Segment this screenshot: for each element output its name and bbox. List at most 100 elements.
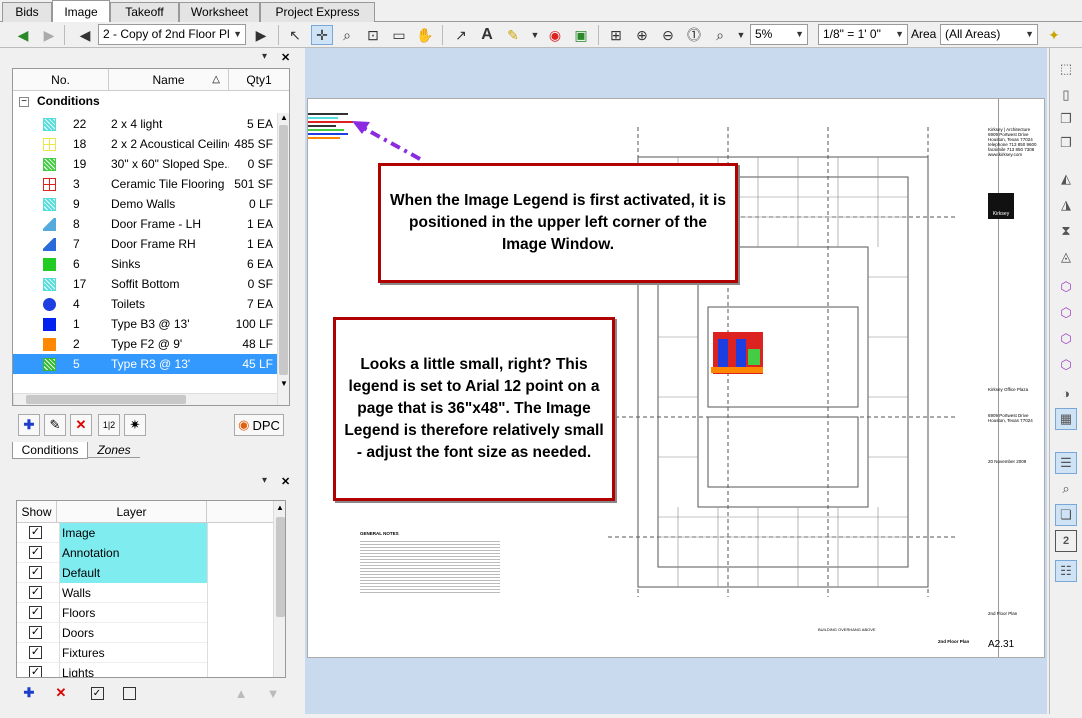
- flip-vertical-icon[interactable]: ◭: [1055, 168, 1077, 190]
- text-tool-icon[interactable]: A: [476, 25, 498, 45]
- record-icon[interactable]: ◉: [544, 25, 566, 45]
- condition-row[interactable]: 4 Toilets 7 EA: [13, 294, 285, 314]
- tab-zones[interactable]: Zones: [88, 442, 140, 458]
- conditions-scrollbar[interactable]: ▲ ▼: [277, 113, 289, 405]
- conditions-hscrollbar[interactable]: [13, 393, 277, 405]
- condition-row[interactable]: 7 Door Frame RH 1 EA: [13, 234, 285, 254]
- condition-row[interactable]: 22 2 x 4 light 5 EA: [13, 114, 285, 134]
- overlay-2-icon[interactable]: ⬡: [1055, 302, 1077, 324]
- scroll-thumb[interactable]: [279, 125, 288, 375]
- chevron-down-icon[interactable]: ▼: [730, 25, 752, 45]
- col-layer-header[interactable]: Layer: [57, 501, 207, 523]
- overlay-4-icon[interactable]: ⬡: [1055, 354, 1077, 376]
- condition-row[interactable]: 5 Type R3 @ 13' 45 LF: [13, 354, 285, 374]
- move-down-button[interactable]: ▼: [262, 682, 284, 704]
- page-2-icon[interactable]: 2: [1055, 530, 1077, 552]
- condition-row[interactable]: 3 Ceramic Tile Flooring 501 SF: [13, 174, 285, 194]
- move-up-button[interactable]: ▲: [230, 682, 252, 704]
- layer-visible-checkbox[interactable]: ✓: [29, 626, 42, 639]
- condition-row[interactable]: 19 30" x 60" Sloped Spe... 0 SF: [13, 154, 285, 174]
- add-layer-button[interactable]: ✚: [18, 682, 40, 704]
- tab-conditions[interactable]: Conditions: [12, 442, 88, 459]
- page-icon[interactable]: ▯: [1055, 84, 1077, 106]
- mirror-icon[interactable]: ⧗: [1055, 220, 1077, 242]
- back-icon[interactable]: ◀: [12, 25, 34, 45]
- condition-row[interactable]: 1 Type B3 @ 13' 100 LF: [13, 314, 285, 334]
- tab-worksheet[interactable]: Worksheet: [179, 2, 260, 22]
- scroll-thumb[interactable]: [276, 517, 285, 617]
- layer-row[interactable]: ✓ Default: [17, 563, 273, 583]
- area-select[interactable]: (All Areas) ▼: [940, 24, 1038, 45]
- condition-row[interactable]: 9 Demo Walls 0 LF: [13, 194, 285, 214]
- highlighter-icon[interactable]: ✎: [502, 25, 524, 45]
- list-view-icon[interactable]: ☰: [1055, 452, 1077, 474]
- tab-bids[interactable]: Bids: [2, 2, 52, 22]
- zoom-view-icon[interactable]: ⌕: [1055, 478, 1077, 500]
- copy-page-2-icon[interactable]: ❐: [1055, 132, 1077, 154]
- condition-row[interactable]: 2 Type F2 @ 9' 48 LF: [13, 334, 285, 354]
- prev-page-icon[interactable]: ◀: [74, 25, 96, 45]
- layer-row[interactable]: ✓ Floors: [17, 603, 273, 623]
- pin-icon[interactable]: ▾: [262, 475, 267, 486]
- zoom-window-icon[interactable]: ⊡: [362, 25, 384, 45]
- select-nodes-icon[interactable]: ⬚: [1055, 58, 1077, 80]
- details-icon[interactable]: ☷: [1055, 560, 1077, 582]
- new-condition-button[interactable]: ✷: [124, 414, 146, 436]
- scroll-down-icon[interactable]: ▼: [280, 379, 288, 388]
- zoom-select[interactable]: 5% ▼: [750, 24, 808, 45]
- condition-row[interactable]: 6 Sinks 6 EA: [13, 254, 285, 274]
- area-tool-icon[interactable]: ✦: [1043, 25, 1065, 45]
- copy-page-icon[interactable]: ❐: [1055, 108, 1077, 130]
- flip-icon[interactable]: ◬: [1055, 246, 1077, 268]
- add-condition-button[interactable]: ✚: [18, 414, 40, 436]
- zoom-out-icon[interactable]: ⊖: [657, 25, 679, 45]
- layer-row[interactable]: ✓ Image: [17, 523, 273, 543]
- zoom-box-icon[interactable]: ▭: [388, 25, 410, 45]
- forward-icon[interactable]: ▶: [38, 25, 60, 45]
- next-page-icon[interactable]: ▶: [250, 25, 272, 45]
- col-qty-header[interactable]: Qty1: [229, 69, 289, 91]
- legend-icon[interactable]: ▣: [570, 25, 592, 45]
- layer-row[interactable]: ✓ Annotation: [17, 543, 273, 563]
- collapse-icon[interactable]: −: [19, 97, 29, 107]
- uncheck-all-button[interactable]: [118, 682, 140, 704]
- scroll-up-icon[interactable]: ▲: [276, 503, 284, 512]
- layer-visible-checkbox[interactable]: ✓: [29, 666, 42, 677]
- close-icon[interactable]: ✕: [281, 51, 290, 64]
- delete-condition-button[interactable]: ✕: [70, 414, 92, 436]
- condition-row[interactable]: 8 Door Frame - LH 1 EA: [13, 214, 285, 234]
- layer-visible-checkbox[interactable]: ✓: [29, 546, 42, 559]
- layer-visible-checkbox[interactable]: ✓: [29, 646, 42, 659]
- tab-takeoff[interactable]: Takeoff: [110, 2, 179, 22]
- scale-select[interactable]: 1/8" = 1' 0" ▼: [818, 24, 908, 45]
- rotate-icon[interactable]: ◮: [1055, 194, 1077, 216]
- col-no-header[interactable]: No.: [13, 69, 109, 91]
- pages-icon[interactable]: ❏: [1055, 504, 1077, 526]
- contrast-icon[interactable]: ◑: [1055, 382, 1077, 404]
- check-all-button[interactable]: ✓: [86, 682, 108, 704]
- layer-row[interactable]: ✓ Walls: [17, 583, 273, 603]
- edit-condition-button[interactable]: ✎: [44, 414, 66, 436]
- scroll-up-icon[interactable]: ▲: [280, 113, 288, 122]
- zoom-in-icon[interactable]: ⊕: [631, 25, 653, 45]
- col-show-header[interactable]: Show: [17, 501, 57, 523]
- layer-visible-checkbox[interactable]: ✓: [29, 606, 42, 619]
- col-name-header[interactable]: Name △: [109, 69, 229, 91]
- legend-toggle-icon[interactable]: ▦: [1055, 408, 1077, 430]
- tab-image[interactable]: Image: [52, 0, 110, 23]
- dpc-button[interactable]: ◉ DPC: [234, 414, 284, 436]
- layer-visible-checkbox[interactable]: ✓: [29, 566, 42, 579]
- annotation-pointer-icon[interactable]: ↗: [450, 25, 472, 45]
- pointer-icon[interactable]: ↖: [284, 25, 306, 45]
- renumber-button[interactable]: 1|2: [98, 414, 120, 436]
- condition-row[interactable]: 17 Soffit Bottom 0 SF: [13, 274, 285, 294]
- pin-icon[interactable]: ▾: [262, 51, 267, 62]
- zoom-menu-icon[interactable]: ⌕: [709, 25, 731, 45]
- layer-visible-checkbox[interactable]: ✓: [29, 526, 42, 539]
- zoom-actual-icon[interactable]: ⓵: [683, 25, 705, 45]
- pan-hand-icon[interactable]: ✋: [414, 25, 436, 45]
- crosshair-icon[interactable]: ✛: [311, 25, 333, 45]
- chevron-down-icon[interactable]: ▼: [524, 25, 546, 45]
- delete-layer-button[interactable]: ✕: [50, 682, 72, 704]
- zoom-icon[interactable]: ⌕: [336, 25, 358, 45]
